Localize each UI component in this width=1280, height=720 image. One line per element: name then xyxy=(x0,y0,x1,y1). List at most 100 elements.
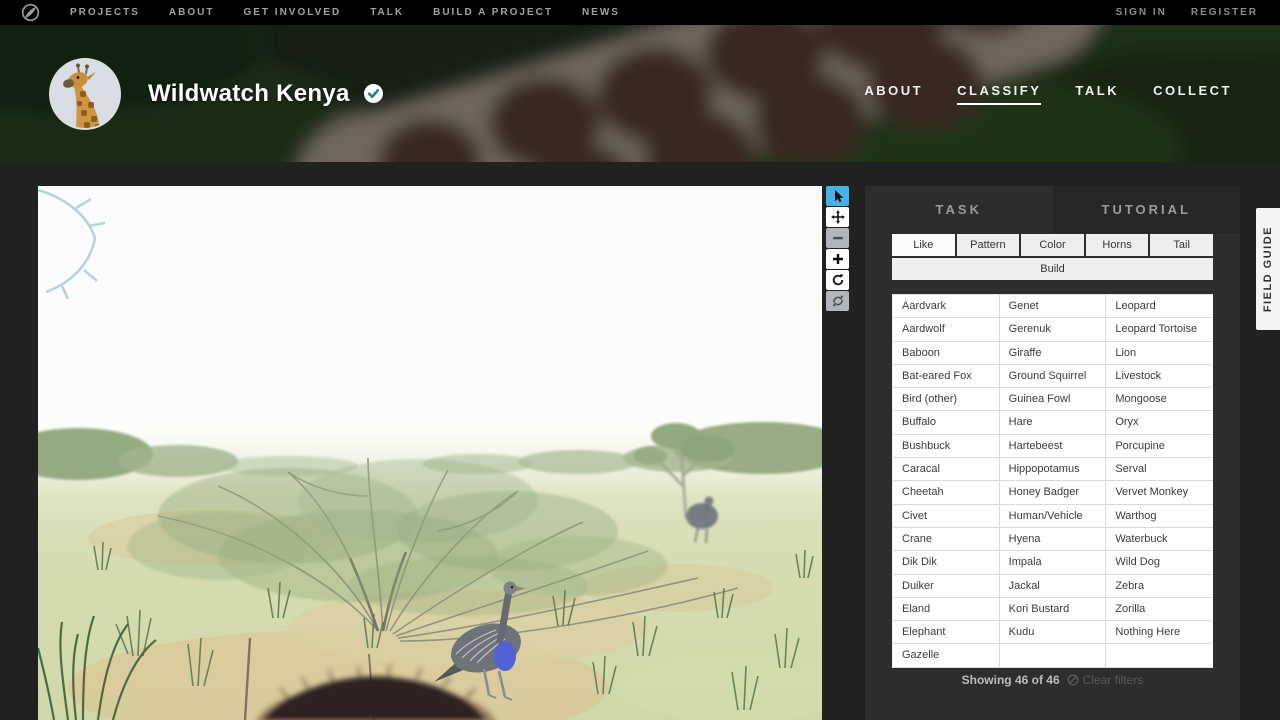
filter-tail-button[interactable]: Tail xyxy=(1150,234,1213,256)
species-cell[interactable]: Leopard Tortoise xyxy=(1106,318,1213,342)
species-cell[interactable]: Hare xyxy=(999,411,1107,435)
species-cell[interactable]: Elephant xyxy=(893,621,1000,645)
topnav-about[interactable]: ABOUT xyxy=(169,7,215,18)
species-cell[interactable]: Buffalo xyxy=(893,411,1000,435)
filter-horns-button[interactable]: Horns xyxy=(1085,234,1149,256)
species-cell[interactable]: Hyena xyxy=(999,527,1107,552)
register-link[interactable]: REGISTER xyxy=(1191,7,1258,18)
species-cell[interactable]: Lion xyxy=(1106,341,1213,365)
topnav-projects[interactable]: PROJECTS xyxy=(70,7,140,18)
species-cell[interactable]: Bat-eared Fox xyxy=(893,364,1000,389)
species-cell[interactable]: Gazelle xyxy=(893,644,1000,668)
top-nav-bar: PROJECTS ABOUT GET INVOLVED TALK BUILD A… xyxy=(0,0,1280,25)
species-cell[interactable]: Zebra xyxy=(1106,574,1213,598)
rotate-clockwise-icon xyxy=(832,274,843,286)
species-cell[interactable]: Porcupine xyxy=(1106,434,1213,459)
species-cell[interactable]: Kudu xyxy=(999,621,1107,645)
species-cell[interactable]: Human/Vehicle xyxy=(999,504,1107,528)
pan-tool-button[interactable] xyxy=(826,207,849,227)
project-title: Wildwatch Kenya xyxy=(148,79,350,107)
species-cell[interactable]: Hartebeest xyxy=(999,434,1107,459)
species-cell[interactable]: Leopard xyxy=(1106,295,1213,319)
panel-footer: Showing 46 of 46 Clear filters xyxy=(865,673,1240,687)
project-nav-classify[interactable]: CLASSIFY xyxy=(957,83,1042,105)
project-nav-collect[interactable]: COLLECT xyxy=(1153,83,1232,105)
clear-filters-button[interactable]: Clear filters xyxy=(1067,673,1143,687)
topnav-news[interactable]: NEWS xyxy=(582,7,620,18)
topnav-build-a-project[interactable]: BUILD A PROJECT xyxy=(433,7,553,18)
species-cell[interactable]: Zorilla xyxy=(1106,597,1213,622)
species-cell-empty xyxy=(1106,644,1213,668)
project-nav-talk[interactable]: TALK xyxy=(1075,83,1119,105)
species-cell[interactable]: Giraffe xyxy=(999,341,1107,365)
species-cell[interactable]: Mongoose xyxy=(1106,388,1213,412)
species-cell[interactable]: Serval xyxy=(1106,458,1213,482)
tab-tutorial[interactable]: TUTORIAL xyxy=(1052,186,1240,233)
species-cell[interactable]: Impala xyxy=(999,551,1107,575)
characteristic-filters: Like Pattern Color Horns Tail Build xyxy=(892,234,1213,280)
species-cell[interactable]: Eland xyxy=(893,597,1000,622)
species-cell-empty xyxy=(999,644,1107,668)
classify-main: TASK TUTORIAL Like Pattern Color Horns T… xyxy=(0,162,1280,720)
species-cell[interactable]: Caracal xyxy=(893,458,1000,482)
rotate-tool-button[interactable] xyxy=(826,270,849,290)
topnav-talk[interactable]: TALK xyxy=(370,7,404,18)
filter-color-button[interactable]: Color xyxy=(1021,234,1084,256)
project-nav-about[interactable]: ABOUT xyxy=(864,83,923,105)
species-cell[interactable]: Vervet Monkey xyxy=(1106,481,1213,505)
species-cell[interactable]: Kori Bustard xyxy=(999,597,1107,622)
reset-tool-button[interactable] xyxy=(826,291,849,311)
species-cell[interactable]: Ground Squirrel xyxy=(999,364,1107,389)
subject-toolbar xyxy=(826,186,849,311)
species-cell[interactable]: Baboon xyxy=(893,341,1000,365)
species-cell[interactable]: Nothing Here xyxy=(1106,621,1213,645)
zooniverse-logo-icon[interactable] xyxy=(20,2,41,23)
verified-checkmark-icon xyxy=(363,84,383,103)
project-header: Wildwatch Kenya ABOUT CLASSIFY TALK COLL… xyxy=(0,25,1280,162)
filter-like-button[interactable]: Like xyxy=(892,234,955,256)
move-arrows-icon xyxy=(830,210,845,224)
species-cell[interactable]: Guinea Fowl xyxy=(999,388,1107,412)
species-cell[interactable]: Genet xyxy=(999,295,1107,319)
circle-slash-icon xyxy=(1067,674,1079,686)
reset-arrows-icon xyxy=(832,295,843,307)
tab-task[interactable]: TASK xyxy=(865,186,1053,233)
project-nav: ABOUT CLASSIFY TALK COLLECT xyxy=(864,83,1232,105)
topnav-get-involved[interactable]: GET INVOLVED xyxy=(243,7,341,18)
subject-image[interactable] xyxy=(38,186,822,720)
species-cell[interactable]: Jackal xyxy=(999,574,1107,598)
species-cell[interactable]: Warthog xyxy=(1106,504,1213,528)
filter-build-button[interactable]: Build xyxy=(892,258,1213,280)
species-cell[interactable]: Bird (other) xyxy=(893,388,1000,412)
species-cell[interactable]: Cheetah xyxy=(893,481,1000,505)
panel-tabs: TASK TUTORIAL xyxy=(865,186,1240,233)
species-cell[interactable]: Waterbuck xyxy=(1106,527,1213,552)
plus-icon xyxy=(832,254,843,264)
zoom-out-tool-button[interactable] xyxy=(826,228,849,248)
species-cell[interactable]: Civet xyxy=(893,504,1000,528)
project-avatar xyxy=(51,59,119,128)
cursor-arrow-icon xyxy=(834,190,843,203)
species-cell[interactable]: Livestock xyxy=(1106,364,1213,389)
species-cell[interactable]: Duiker xyxy=(893,574,1000,598)
zoom-in-tool-button[interactable] xyxy=(826,249,849,269)
species-cell[interactable]: Dik Dik xyxy=(893,551,1000,575)
sign-in-link[interactable]: SIGN IN xyxy=(1116,7,1167,18)
species-cell[interactable]: Aardwolf xyxy=(893,318,1000,342)
species-cell[interactable]: Honey Badger xyxy=(999,481,1107,505)
species-cell[interactable]: Crane xyxy=(893,527,1000,552)
showing-count: Showing 46 of 46 xyxy=(961,672,1060,687)
species-cell[interactable]: Bushbuck xyxy=(893,434,1000,459)
field-guide-tab[interactable]: FIELD GUIDE xyxy=(1256,208,1280,330)
species-cell[interactable]: Gerenuk xyxy=(999,318,1107,342)
species-cell[interactable]: Wild Dog xyxy=(1106,551,1213,575)
species-cell[interactable]: Oryx xyxy=(1106,411,1213,435)
species-cell[interactable]: Hippopotamus xyxy=(999,458,1107,482)
pointer-tool-button[interactable] xyxy=(826,186,849,206)
species-cell[interactable]: Aardvark xyxy=(893,295,1000,319)
species-grid: Aardvark Genet Leopard Aardwolf Gerenuk Leopa… xyxy=(892,294,1213,668)
filter-pattern-button[interactable]: Pattern xyxy=(956,234,1020,256)
project-header-content: Wildwatch Kenya ABOUT CLASSIFY TALK COLL… xyxy=(0,25,1280,162)
minus-icon xyxy=(832,236,843,240)
task-panel: TASK TUTORIAL Like Pattern Color Horns T… xyxy=(865,186,1240,720)
